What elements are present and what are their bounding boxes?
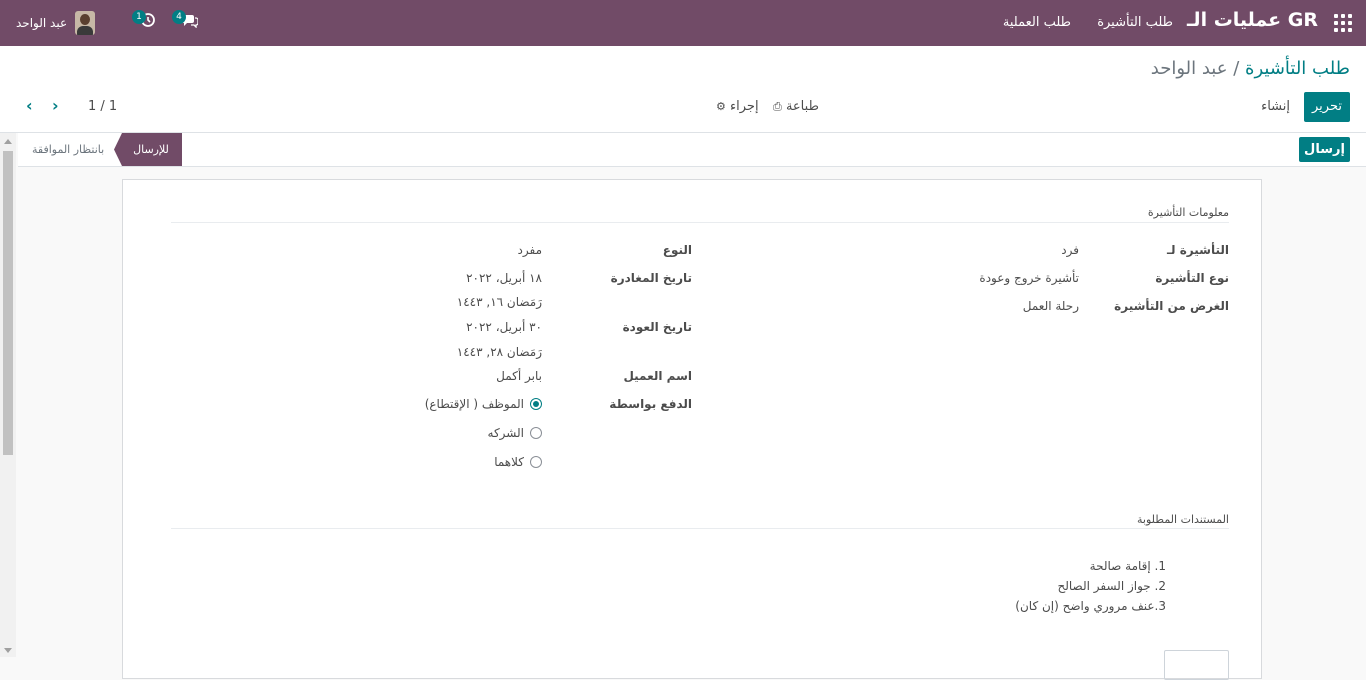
- user-menu[interactable]: عبد الواحد: [16, 10, 96, 36]
- payment-option-company[interactable]: الشركه: [488, 426, 542, 440]
- edit-button[interactable]: تحرير: [1304, 92, 1350, 122]
- breadcrumb-current: عبد الواحد: [1150, 58, 1228, 79]
- form-sheet: معلومات التأشيرة التأشيرة لـ فرد نوع الت…: [122, 179, 1262, 680]
- app-brand[interactable]: GR عمليات الـ: [1187, 9, 1318, 31]
- type-value: مفرد: [517, 243, 542, 257]
- breadcrumb: طلب التأشيرة / عبد الواحد: [1151, 58, 1350, 79]
- departure-date-value: ١٨ أبريل، ٢٠٢٢: [466, 271, 542, 285]
- top-navbar: GR عمليات الـ طلب التأشيرة طلب العملية 4…: [0, 0, 1366, 46]
- type-label: النوع: [662, 243, 692, 257]
- visa-type-value: تأشيرة خروج وعودة: [979, 271, 1079, 285]
- scroll-down-arrow-icon[interactable]: [4, 648, 12, 653]
- document-item: 1. إقامة صالحة: [1089, 559, 1166, 573]
- user-name: عبد الواحد: [16, 16, 68, 30]
- menu-visa-request[interactable]: طلب التأشيرة: [1097, 15, 1173, 30]
- visa-purpose-label: الغرض من التأشيرة: [1114, 299, 1229, 313]
- radio-selected-icon[interactable]: [530, 398, 542, 410]
- pager-value[interactable]: 1 / 1: [88, 99, 117, 114]
- stage-awaiting-approval[interactable]: بانتظار الموافقة: [32, 133, 104, 166]
- activities-icon[interactable]: 1: [132, 10, 162, 32]
- section-required-docs: المستندات المطلوبة: [1137, 513, 1229, 526]
- departure-hijri-value: رَمَضان ١٦, ١٤٤٣: [456, 295, 542, 309]
- visa-purpose-value: رحلة العمل: [1022, 299, 1079, 313]
- create-button[interactable]: إنشاء: [1261, 99, 1290, 114]
- visa-for-label: التأشيرة لـ: [1166, 243, 1229, 257]
- partial-field-box[interactable]: [1164, 650, 1229, 680]
- document-item: 3.عنف مروري واضح (إن كان): [1015, 599, 1166, 613]
- scroll-up-arrow-icon[interactable]: [4, 139, 12, 144]
- payment-option-label: الموظف ( الإقتطاع): [424, 397, 524, 411]
- apps-menu-icon[interactable]: [1334, 14, 1352, 32]
- print-label: طباعة: [785, 99, 819, 114]
- printer-icon: ⎙: [773, 100, 782, 113]
- messages-badge: 4: [172, 10, 186, 24]
- menu-operation-request[interactable]: طلب العملية: [1003, 15, 1071, 30]
- send-button[interactable]: إرسال: [1299, 137, 1350, 162]
- payment-option-label: الشركه: [487, 426, 524, 440]
- client-name-value: بابر أكمل: [496, 369, 542, 383]
- scrollbar-thumb[interactable]: [3, 151, 13, 455]
- client-name-label: اسم العميل: [623, 369, 692, 383]
- radio-icon[interactable]: [530, 427, 542, 439]
- return-hijri-value: رَمَضان ٢٨, ١٤٤٣: [456, 345, 542, 359]
- section-divider: [171, 528, 1229, 529]
- payment-by-label: الدفع بواسطة: [609, 397, 692, 411]
- action-label: إجراء: [730, 99, 759, 114]
- return-date-label: تاريخ العودة: [622, 320, 692, 334]
- payment-option-both[interactable]: كلاهما: [494, 455, 542, 469]
- avatar: [75, 11, 96, 35]
- breadcrumb-parent[interactable]: طلب التأشيرة: [1245, 58, 1350, 79]
- visa-type-label: نوع التأشيرة: [1155, 271, 1229, 285]
- messages-icon[interactable]: 4: [172, 10, 202, 32]
- gear-icon: ⚙: [716, 100, 726, 113]
- visa-for-value: فرد: [1061, 243, 1079, 257]
- status-bar: إرسال للإرسال بانتظار الموافقة: [18, 133, 1366, 167]
- payment-option-employee[interactable]: الموظف ( الإقتطاع): [425, 397, 542, 411]
- section-divider: [171, 222, 1229, 223]
- document-item: 2. جواز السفر الصالح: [1057, 579, 1167, 593]
- radio-icon[interactable]: [530, 456, 542, 468]
- payment-option-label: كلاهما: [494, 455, 524, 469]
- activities-badge: 1: [132, 10, 146, 24]
- chevron-left-icon[interactable]: ‹: [26, 98, 40, 114]
- chevron-right-icon[interactable]: ›: [52, 98, 66, 114]
- section-visa-info: معلومات التأشيرة: [1147, 206, 1229, 219]
- breadcrumb-separator: /: [1233, 58, 1240, 79]
- print-menu[interactable]: طباعة ⎙: [773, 99, 819, 114]
- stage-to-send[interactable]: للإرسال: [114, 133, 182, 166]
- control-panel: طلب التأشيرة / عبد الواحد تحرير إنشاء طب…: [0, 46, 1366, 133]
- departure-date-label: تاريخ المغادرة: [610, 271, 692, 285]
- return-date-value: ٣٠ أبريل، ٢٠٢٢: [466, 320, 542, 334]
- action-menu[interactable]: إجراء ⚙: [716, 99, 759, 114]
